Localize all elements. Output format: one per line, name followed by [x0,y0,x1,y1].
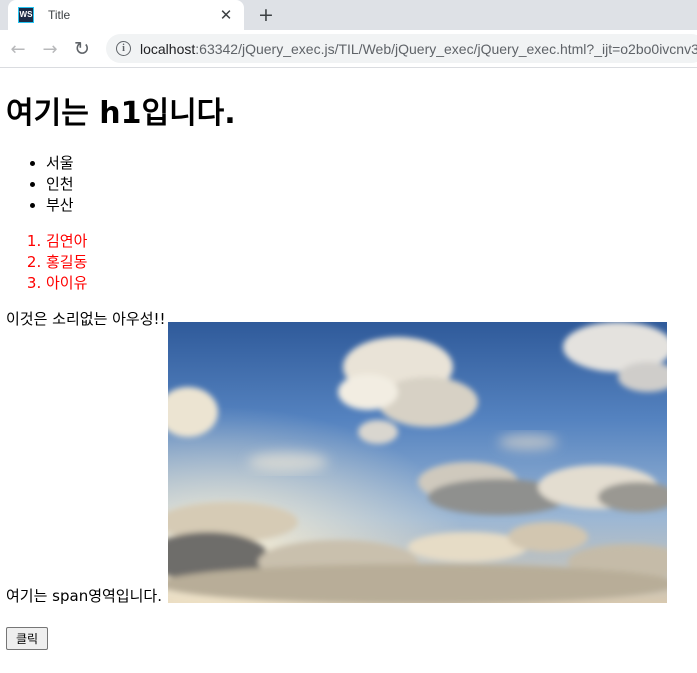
list-item: 김연아 [46,231,691,252]
page-heading: 여기는 h1입니다. [6,96,236,131]
people-list: 김연아 홍길동 아이유 [6,231,691,294]
city-list: 서울 인천 부산 [6,153,691,216]
info-icon[interactable]: i [116,41,131,56]
close-icon[interactable]: ✕ [218,6,234,24]
back-arrow-icon[interactable]: ← [8,39,28,60]
address-bar[interactable]: i localhost:63342/jQuery_exec.js/TIL/Web… [106,34,697,63]
tab-strip: WS Title ✕ + [0,0,697,30]
page-content: 여기는 h1입니다. 서울 인천 부산 김연아 홍길동 아이유 이것은 소리없는… [0,94,697,650]
url-path: :63342/jQuery_exec.js/TIL/Web/jQuery_exe… [195,40,697,57]
reload-icon[interactable]: ↻ [72,38,92,60]
list-item: 인천 [46,174,691,195]
sky-image [167,322,667,603]
url-text[interactable]: localhost:63342/jQuery_exec.js/TIL/Web/j… [140,41,697,57]
list-item: 부산 [46,195,691,216]
list-item: 아이유 [46,273,691,294]
list-item: 홍길동 [46,252,691,273]
span-text: 여기는 span영역입니다. [6,587,162,605]
click-button[interactable]: 클릭 [6,627,48,650]
plus-icon[interactable]: + [256,4,276,26]
list-item: 서울 [46,153,691,174]
span-image-row: 여기는 span영역입니다. [6,322,691,605]
forward-arrow-icon[interactable]: → [40,39,60,60]
url-host: localhost [140,40,196,57]
webstorm-favicon-icon: WS [18,7,34,23]
browser-toolbar: ← → ↻ i localhost:63342/jQuery_exec.js/T… [0,30,697,68]
browser-tab[interactable]: WS Title ✕ [8,0,244,30]
tab-title: Title [48,8,71,22]
